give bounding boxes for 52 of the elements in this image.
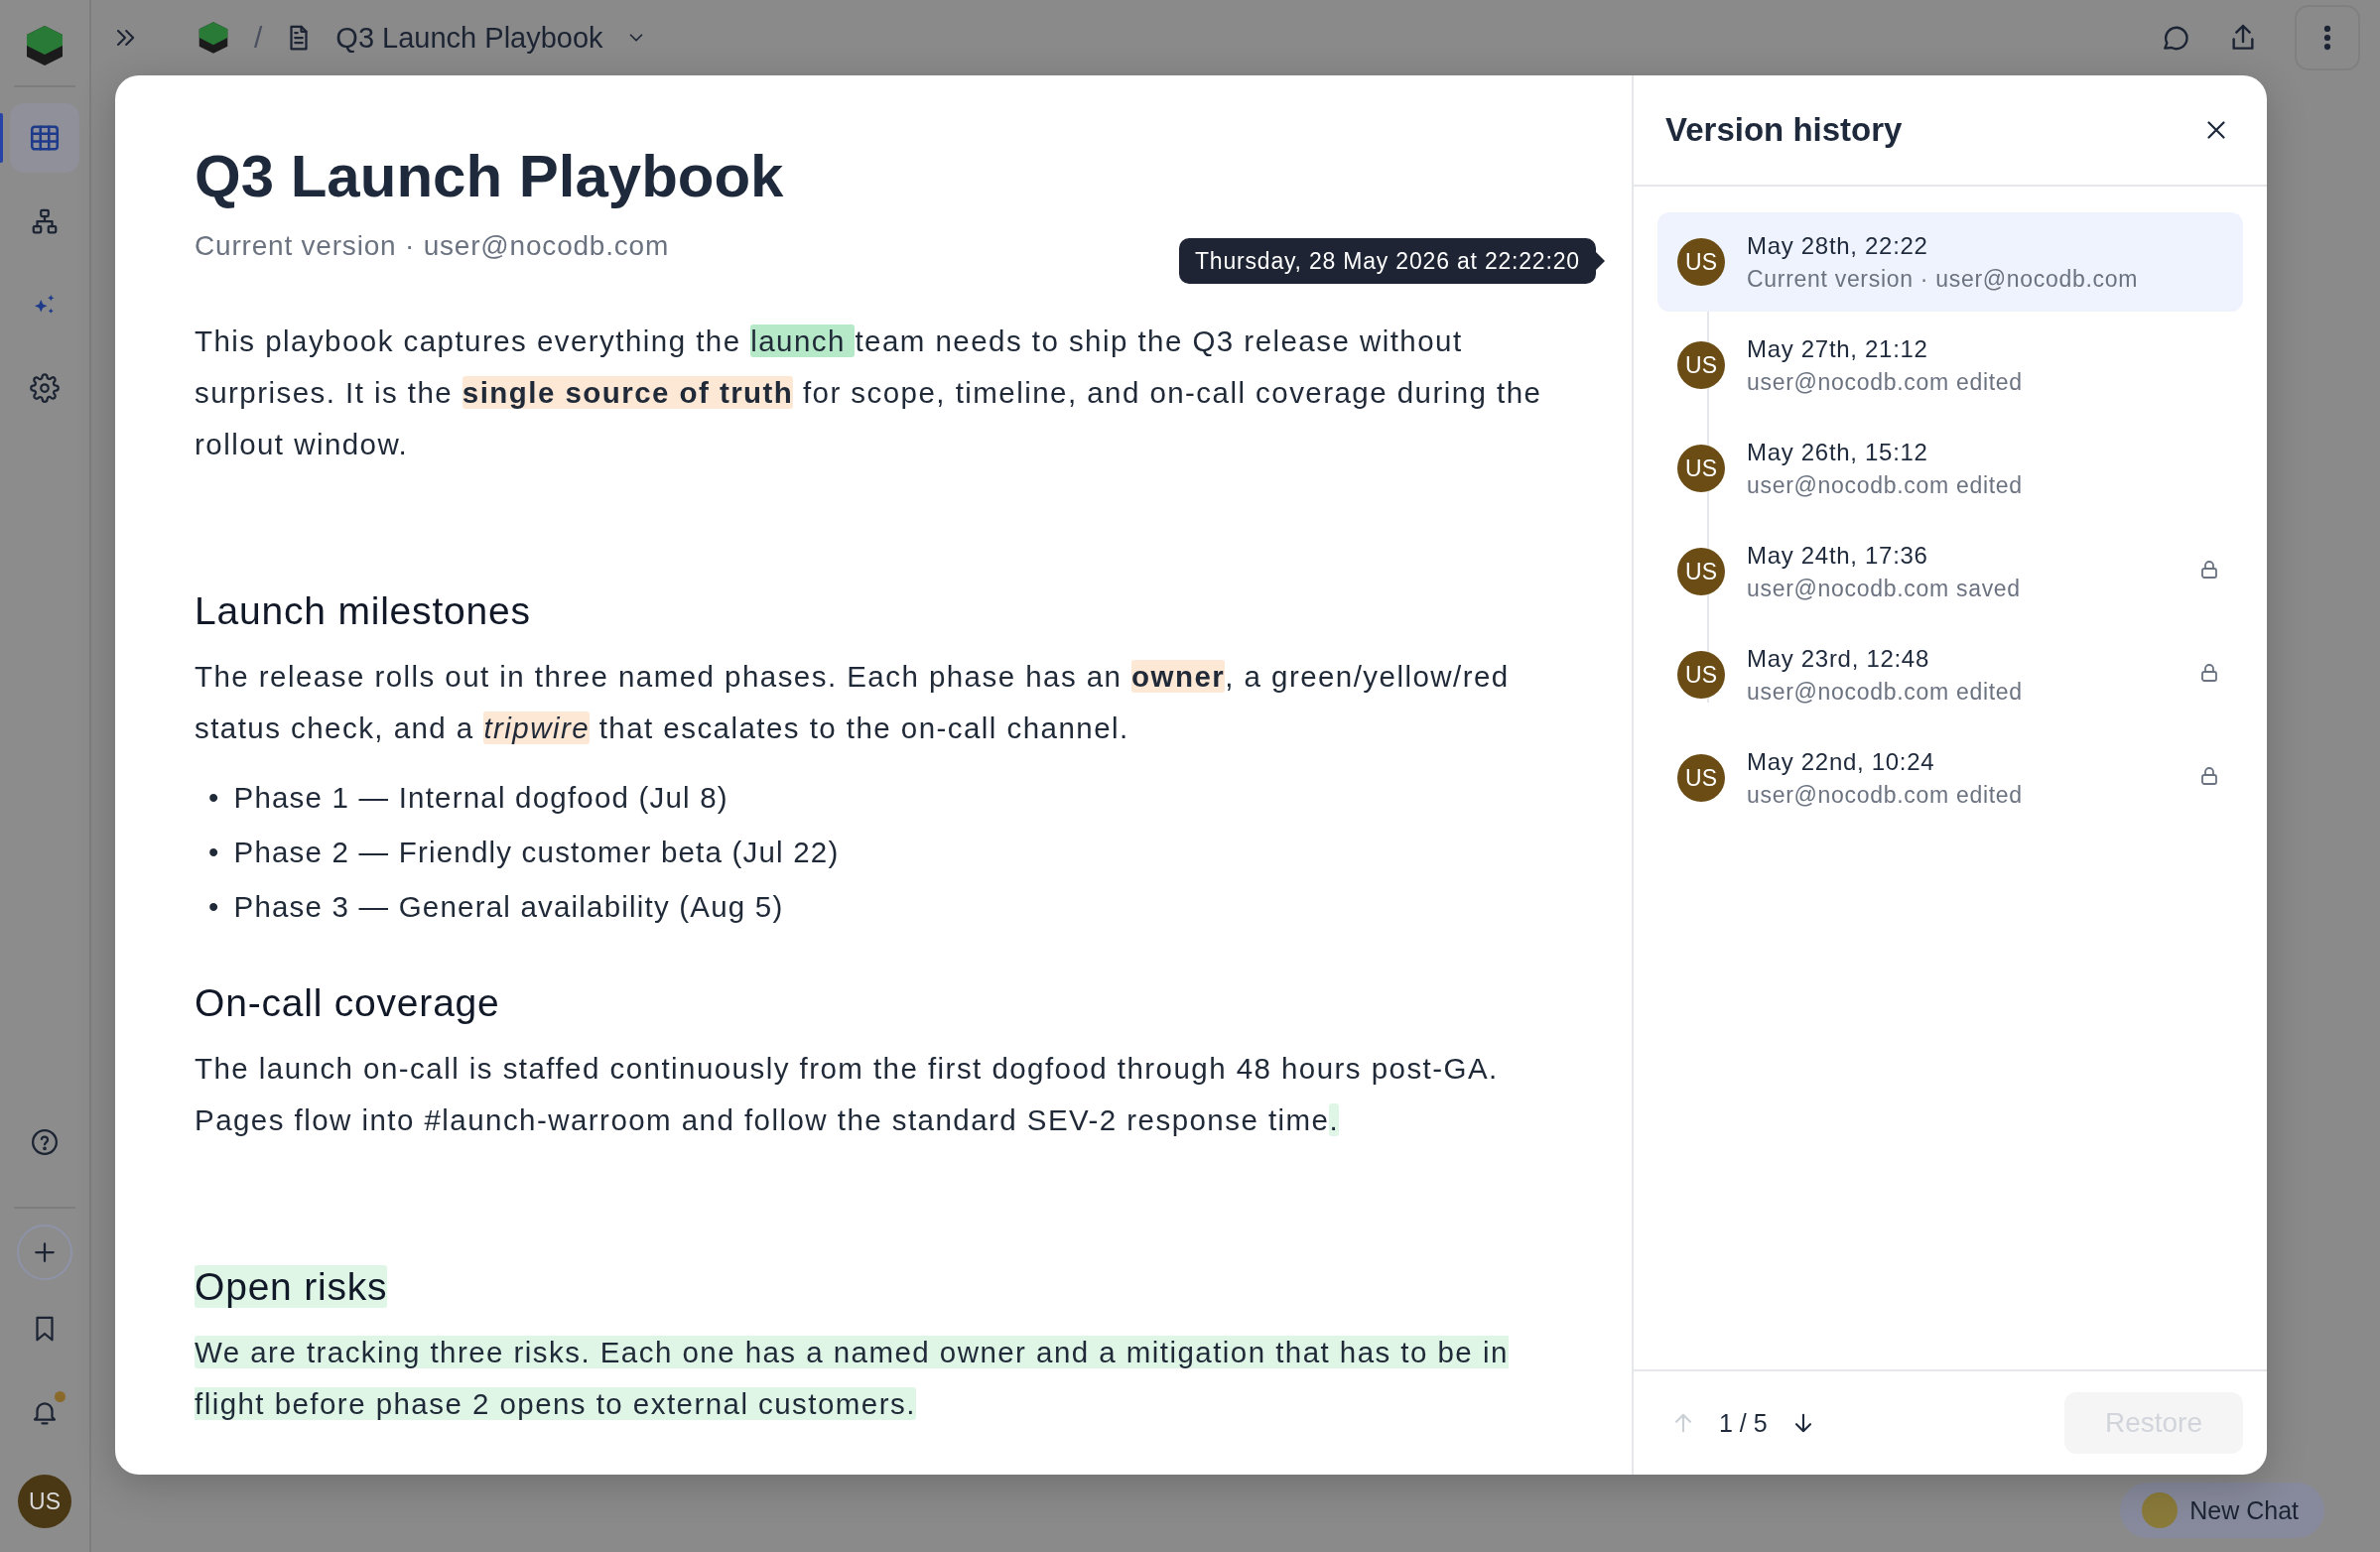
version-detail: user@nocodb.com edited — [1747, 471, 2024, 499]
paragraph: The release rolls out in three named phases. Each phase has an owner, a green/yellow/red status check, and a tripwire that escalates to the on-call channel. — [195, 659, 1511, 746]
user-avatar: US — [1677, 238, 1725, 286]
version-detail: user@nocodb.com saved — [1747, 575, 2022, 602]
version-detail: user@nocodb.com edited — [1747, 368, 2024, 396]
paragraph: We are tracking three risks. Each one has a named owner and a mitigation that has to be in flight before phase 2 opens to external customers. — [195, 1335, 1510, 1422]
version-detail: user@nocodb.com edited — [1747, 678, 2024, 706]
bullet-marker: • — [208, 780, 220, 816]
version-item[interactable]: US May 26th, 15:12 user@nocodb.com edited — [1657, 419, 2243, 518]
version-date: May 24th, 17:36 — [1747, 541, 1929, 570]
user-avatar: US — [1677, 341, 1725, 389]
version-date: May 26th, 15:12 — [1747, 438, 1929, 466]
user-avatar: US — [1677, 445, 1725, 492]
section-heading: Open risks — [195, 1265, 388, 1309]
version-item[interactable]: US May 23rd, 12:48 user@nocodb.com edited — [1657, 625, 2243, 724]
user-avatar: US — [1677, 548, 1725, 595]
new-chat-button[interactable]: New Chat — [2120, 1483, 2324, 1538]
help-icon — [30, 1127, 60, 1157]
paragraph: The launch on-call is staffed continuously from the first dogfood through 48 hours post-GA. Pages flow into #launch-warroom and follow the standard SEV-2 response time. — [195, 1051, 1500, 1138]
version-date: May 22nd, 10:24 — [1747, 747, 1936, 776]
version-date: May 27th, 21:12 — [1747, 334, 1929, 363]
version-detail: Current version · user@nocodb.com — [1747, 265, 2140, 293]
bullet-item: Phase 3 — General availability (Aug 5) — [233, 889, 784, 925]
document-subtitle: Current version · user@nocodb.com — [195, 230, 670, 262]
bullet-marker: • — [208, 835, 220, 870]
more-vertical-icon — [2323, 25, 2331, 51]
version-item[interactable]: US May 24th, 17:36 user@nocodb.com saved — [1657, 522, 2243, 621]
user-avatar: US — [1677, 651, 1725, 699]
settings-icon — [30, 373, 60, 403]
version-detail: user@nocodb.com edited — [1747, 781, 2024, 809]
version-item[interactable]: US May 28th, 22:22 Current version · user@nocodb.com — [1657, 212, 2243, 312]
bullet-item: Phase 2 — Friendly customer beta (Jul 22) — [233, 835, 840, 870]
page-counter: 1 / 5 — [1719, 1408, 1768, 1438]
version-date: May 28th, 22:22 — [1747, 231, 1929, 260]
section-heading: On-call coverage — [195, 981, 500, 1025]
bullet-marker: • — [208, 889, 220, 925]
user-avatar: US — [1677, 754, 1725, 802]
breadcrumb-separator: / — [254, 21, 263, 55]
document-title: Q3 Launch Playbook — [195, 142, 785, 211]
bullet-item: Phase 1 — Internal dogfood (Jul 8) — [233, 780, 728, 816]
version-item[interactable]: US May 22nd, 10:24 user@nocodb.com edited — [1657, 728, 2243, 828]
add-button[interactable] — [17, 1225, 72, 1280]
paragraph: This playbook captures everything the launch team needs to ship the Q3 release without surprises. It is the single source of truth for scope, timeline, and on-call coverage during the rollout window. — [195, 323, 1543, 462]
version-date: May 23rd, 12:48 — [1747, 644, 1930, 673]
tooltip: Thursday, 28 May 2026 at 22:22:20 — [1179, 238, 1605, 284]
version-item[interactable]: US May 27th, 21:12 user@nocodb.com edited — [1657, 316, 2243, 415]
more-button[interactable] — [2295, 5, 2360, 70]
user-avatar[interactable]: US — [18, 1475, 71, 1528]
breadcrumb-title[interactable]: Q3 Launch Playbook — [335, 21, 603, 55]
hierarchy-icon — [30, 206, 60, 236]
panel-title: Version history — [1665, 111, 1903, 149]
section-heading: Launch milestones — [195, 589, 531, 633]
